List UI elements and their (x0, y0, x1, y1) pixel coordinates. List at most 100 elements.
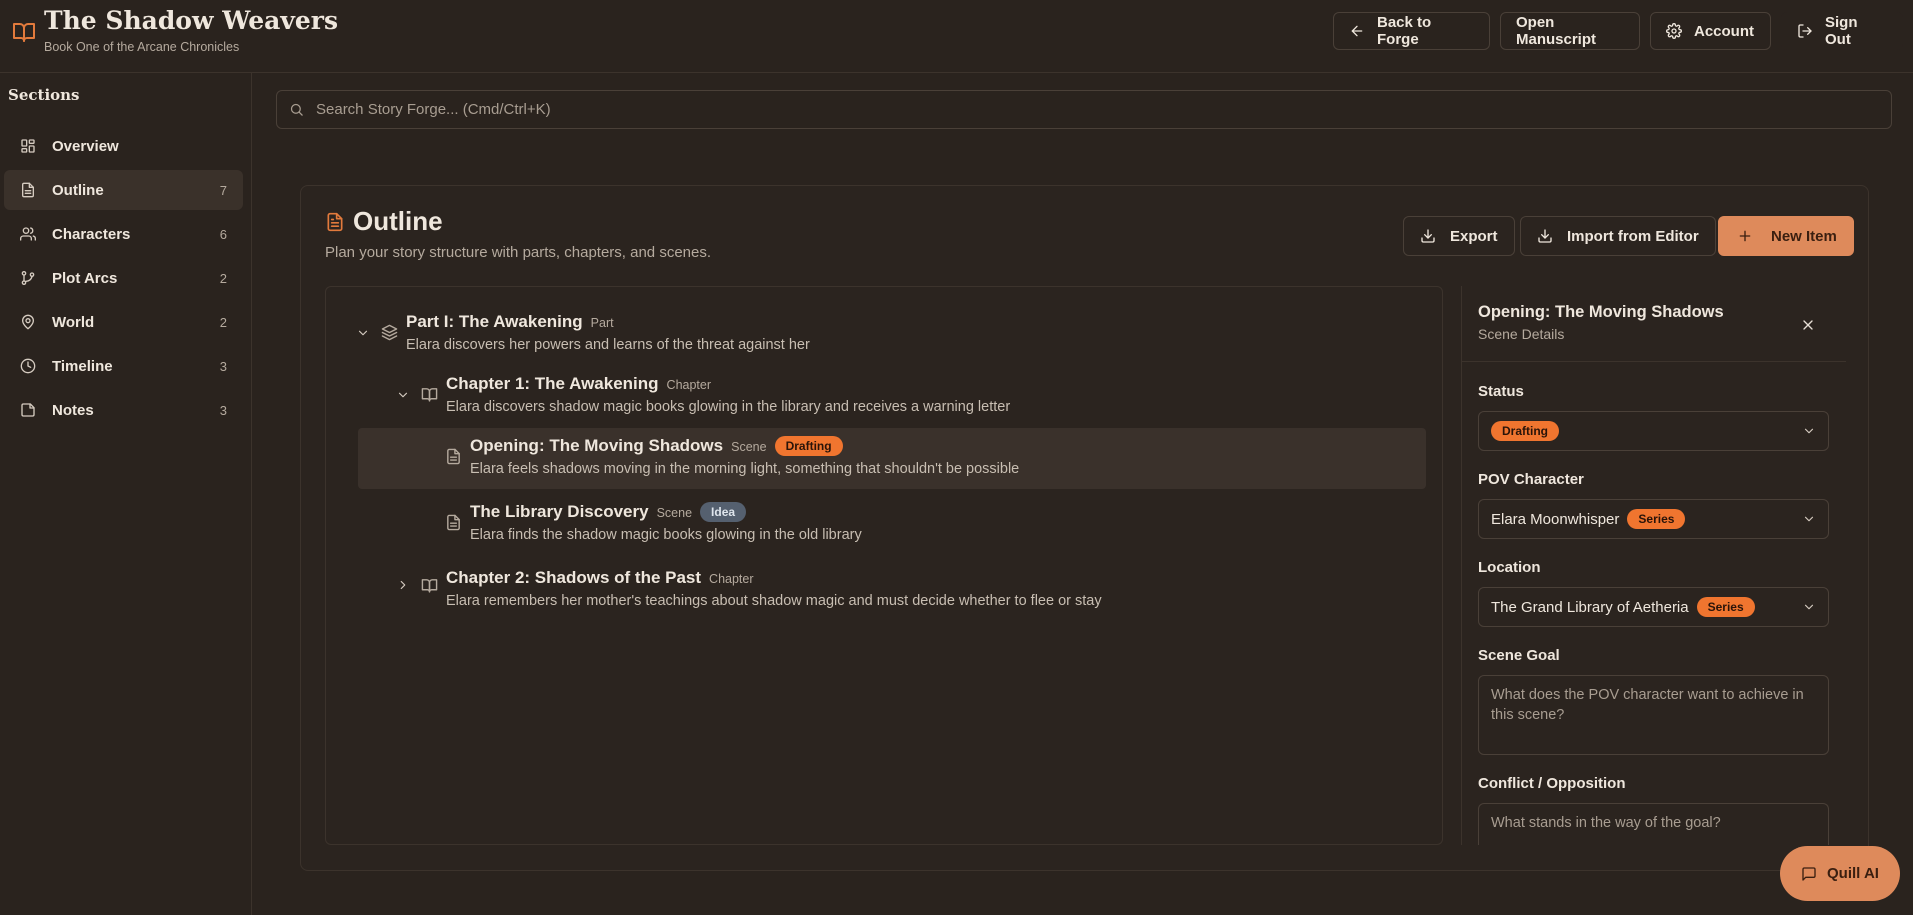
chevron-down-icon[interactable] (396, 388, 410, 402)
node-title: Part I: The Awakening Part (406, 312, 614, 331)
download-icon (1420, 228, 1436, 244)
location-select[interactable]: The Grand Library of Aetheria Series (1478, 587, 1829, 627)
sidebar-item-world[interactable]: World 2 (4, 302, 243, 342)
back-to-forge-label: Back to Forge (1377, 14, 1432, 48)
sidebar-item-label: Timeline (52, 357, 113, 375)
grid-icon (20, 138, 36, 154)
layers-icon (381, 324, 398, 341)
sidebar-item-label: Outline (52, 181, 104, 199)
conflict-textarea[interactable]: What stands in the way of the goal? (1478, 803, 1829, 845)
sidebar-item-label: World (52, 313, 95, 331)
sidebar-item-label: Overview (52, 137, 119, 155)
scene-detail-panel: Opening: The Moving Shadows Scene Detail… (1461, 286, 1846, 845)
close-icon[interactable] (1800, 317, 1816, 333)
sidebar-item-label: Notes (52, 401, 94, 419)
import-from-editor-button[interactable]: Import from Editor (1520, 216, 1716, 256)
export-label: Export (1450, 227, 1498, 245)
page-subtitle: Plan your story structure with parts, ch… (325, 244, 712, 261)
file-text-icon (445, 448, 462, 465)
git-branch-icon (20, 270, 36, 286)
book-subtitle: Book One of the Arcane Chronicles (44, 40, 240, 54)
users-icon (20, 226, 36, 242)
sidebar-item-count: 6 (219, 226, 227, 242)
series-badge: Series (1627, 509, 1686, 529)
book-title: The Shadow Weavers (44, 6, 339, 35)
node-type: Scene (731, 440, 767, 454)
new-item-button[interactable]: New Item (1718, 216, 1854, 256)
outline-tree: Part I: The Awakening Part Elara discover… (325, 286, 1443, 845)
node-description: Elara remembers her mother's teachings a… (446, 593, 1102, 609)
node-description: Elara finds the shadow magic books glowi… (470, 527, 862, 543)
search-placeholder: Search Story Forge... (Cmd/Ctrl+K) (316, 101, 551, 118)
detail-title: Opening: The Moving Shadows (1478, 303, 1724, 321)
location-value: The Grand Library of Aetheria (1491, 598, 1689, 616)
sidebar-item-label: Characters (52, 225, 131, 243)
node-description: Elara feels shadows moving in the mornin… (470, 461, 1020, 477)
open-manuscript-label: Open Manuscript (1516, 14, 1597, 48)
node-description: Elara discovers shadow magic books glowi… (446, 399, 1011, 415)
node-title: The Library Discovery Scene Idea (470, 502, 747, 522)
sidebar-item-notes[interactable]: Notes 3 (4, 390, 243, 430)
open-manuscript-button[interactable]: Open Manuscript (1500, 12, 1640, 50)
pov-label: POV Character (1478, 471, 1584, 488)
export-button[interactable]: Export (1403, 216, 1515, 256)
node-title: Opening: The Moving Shadows Scene Drafting (470, 436, 843, 456)
scene-goal-label: Scene Goal (1478, 647, 1560, 664)
account-label: Account (1694, 22, 1754, 40)
file-text-icon (20, 182, 36, 198)
file-text-icon (325, 212, 345, 232)
sticky-note-icon (20, 402, 36, 418)
page-title: Outline (353, 206, 443, 236)
download-icon (1537, 228, 1553, 244)
sidebar-item-label: Plot Arcs (52, 269, 118, 287)
sidebar-item-characters[interactable]: Characters 6 (4, 214, 243, 254)
conflict-label: Conflict / Opposition (1478, 775, 1626, 792)
search-icon (289, 102, 304, 117)
sidebar: Sections Overview Outline 7 Characters 6… (0, 73, 252, 915)
book-open-icon (12, 20, 36, 44)
chevron-down-icon[interactable] (356, 326, 370, 340)
series-badge: Series (1696, 597, 1755, 617)
status-label: Status (1478, 383, 1524, 400)
sidebar-item-outline[interactable]: Outline 7 (4, 170, 243, 210)
quill-ai-button[interactable]: Quill AI (1780, 846, 1900, 901)
sidebar-item-count: 3 (219, 358, 227, 374)
pov-select[interactable]: Elara Moonwhisper Series (1478, 499, 1829, 539)
divider (1462, 361, 1846, 362)
log-out-icon (1797, 23, 1813, 39)
app-header: The Shadow Weavers Book One of the Arcan… (0, 0, 1913, 73)
scene-goal-textarea[interactable]: What does the POV character want to achi… (1478, 675, 1829, 755)
status-badge: Drafting (774, 436, 843, 456)
sign-out-button[interactable]: Sign Out (1781, 12, 1903, 50)
back-to-forge-button[interactable]: Back to Forge (1333, 12, 1490, 50)
sidebar-item-count: 2 (219, 314, 227, 330)
node-title: Chapter 2: Shadows of the Past Chapter (446, 568, 754, 587)
sidebar-item-overview[interactable]: Overview (4, 126, 243, 166)
status-select[interactable]: Drafting (1478, 411, 1829, 451)
search-input[interactable]: Search Story Forge... (Cmd/Ctrl+K) (276, 90, 1892, 129)
detail-subtitle: Scene Details (1478, 326, 1565, 342)
import-label: Import from Editor (1567, 227, 1699, 245)
new-item-label: New Item (1771, 227, 1837, 245)
book-open-icon (421, 577, 438, 594)
book-open-icon (421, 386, 438, 403)
map-pin-icon (20, 314, 36, 330)
sign-out-label: Sign Out (1825, 14, 1858, 48)
arrow-left-icon (1349, 23, 1365, 39)
chevron-right-icon[interactable] (396, 578, 410, 592)
node-title: Chapter 1: The Awakening Chapter (446, 374, 712, 393)
clock-icon (20, 358, 36, 374)
pov-value: Elara Moonwhisper (1491, 510, 1620, 528)
sidebar-item-timeline[interactable]: Timeline 3 (4, 346, 243, 386)
status-badge: Idea (700, 502, 747, 522)
node-type: Chapter (709, 572, 754, 586)
account-button[interactable]: Account (1650, 12, 1771, 50)
node-description: Elara discovers her powers and learns of… (406, 337, 810, 353)
sidebar-item-count: 7 (219, 182, 227, 198)
location-label: Location (1478, 559, 1541, 576)
node-type: Part (590, 316, 614, 330)
sidebar-item-plot-arcs[interactable]: Plot Arcs 2 (4, 258, 243, 298)
quill-ai-label: Quill AI (1827, 865, 1879, 882)
gear-icon (1666, 23, 1682, 39)
status-badge: Drafting (1491, 421, 1559, 441)
